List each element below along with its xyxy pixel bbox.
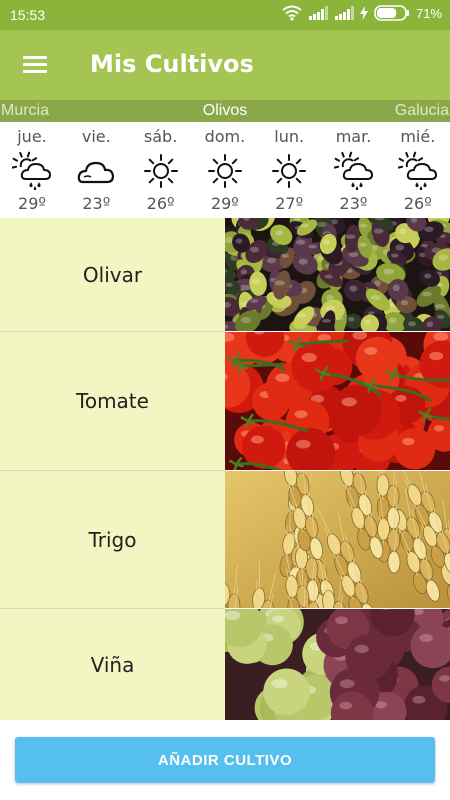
forecast-day-name: jue.: [17, 127, 47, 146]
forecast-day-name: sáb.: [143, 127, 178, 146]
forecast-temp: 26º: [146, 194, 175, 213]
charging-icon: [359, 6, 368, 20]
forecast-temp: 26º: [403, 194, 432, 213]
crop-item[interactable]: Tomate: [0, 332, 450, 470]
page-title: Mis Cultivos: [90, 50, 254, 78]
cloud-icon: [78, 161, 115, 184]
forecast-day: mié. 26º: [386, 122, 450, 218]
forecast-temp: 23º: [82, 194, 111, 213]
app-bar: Mis Cultivos: [0, 30, 450, 100]
forecast-day-name: mar.: [335, 127, 372, 146]
next-location[interactable]: Galucia: [395, 102, 449, 120]
forecast-day-name: lun.: [274, 127, 305, 146]
crop-name: Viña: [90, 653, 135, 677]
forecast-temp: 29º: [210, 194, 239, 213]
sun-cloud-rain-icon: [12, 151, 51, 191]
weather-forecast: jue. 29º vie. 23º sáb. 26º dom. 29º lun.…: [0, 122, 450, 218]
sun-cloud-rain-icon: [333, 151, 373, 191]
current-location: Olivos: [202, 102, 248, 119]
forecast-day: lun. 27º: [257, 122, 321, 218]
forecast-temp: 27º: [275, 194, 304, 213]
battery-icon: [374, 5, 409, 21]
previous-location[interactable]: Murcia: [1, 102, 49, 120]
bottom-bar: AÑADIR CULTIVO: [0, 720, 450, 800]
crop-divider: [0, 331, 225, 332]
crop-name: Trigo: [88, 528, 137, 552]
olives-photo: [225, 218, 450, 331]
crop-item[interactable]: Viña: [0, 609, 450, 720]
add-crop-button[interactable]: AÑADIR CULTIVO: [15, 737, 435, 783]
forecast-day: mar. 23º: [322, 122, 386, 218]
status-time: 15:53: [10, 7, 46, 23]
wifi-icon: [282, 5, 302, 21]
forecast-temp: 29º: [18, 194, 46, 213]
tomatoes-photo: [225, 332, 450, 470]
grapes-photo: [225, 609, 450, 720]
forecast-day: vie. 23º: [64, 122, 128, 218]
battery-percent: 71%: [415, 5, 442, 21]
crop-item[interactable]: Trigo: [0, 471, 450, 608]
crop-name: Olivar: [82, 263, 143, 287]
sun-icon: [207, 154, 242, 188]
sun-icon: [272, 154, 307, 188]
hamburger-menu-icon[interactable]: [18, 52, 52, 78]
forecast-day-name: vie.: [81, 127, 111, 146]
crop-list: Olivar Tomate Trigo Viña: [0, 218, 450, 720]
forecast-day: jue. 29º: [0, 122, 64, 218]
signal-icon: [334, 6, 354, 20]
forecast-temp: 23º: [339, 194, 368, 213]
sun-icon: [143, 154, 178, 188]
crop-name: Tomate: [76, 389, 149, 413]
forecast-day: sáb. 26º: [129, 122, 193, 218]
forecast-day-name: dom.: [204, 127, 246, 146]
crop-item[interactable]: Olivar: [0, 218, 450, 331]
location-bar[interactable]: Olivos Murcia Galucia: [0, 100, 450, 122]
crop-divider: [0, 608, 225, 609]
forecast-day: dom. 29º: [193, 122, 257, 218]
status-bar: 15:53 71%: [0, 0, 450, 30]
status-icons: 71%: [282, 5, 442, 21]
crop-divider: [0, 470, 225, 471]
signal-icon: [308, 6, 328, 20]
wheat-photo: [225, 471, 450, 608]
sun-cloud-rain-icon: [397, 151, 437, 191]
forecast-day-name: mié.: [400, 127, 436, 146]
